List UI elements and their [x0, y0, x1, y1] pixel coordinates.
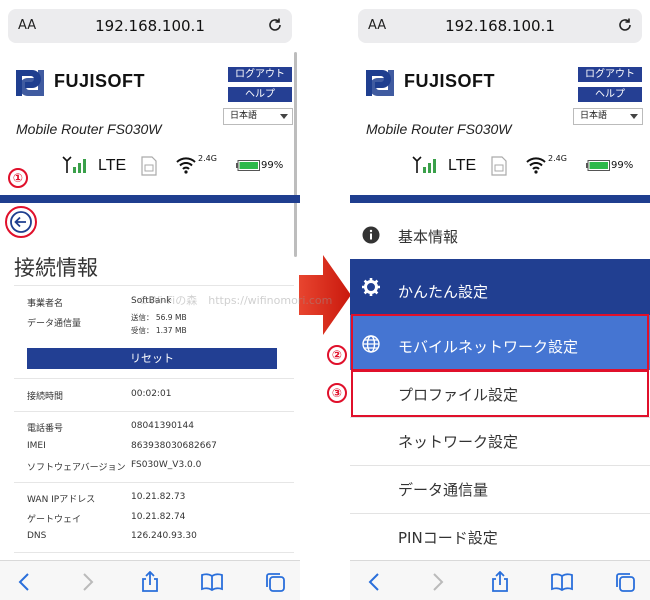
battery-percent: 99% — [261, 160, 284, 171]
wifi-band: 2.4G — [198, 154, 217, 163]
battery-percent: 99% — [611, 160, 634, 171]
battery-icon — [236, 160, 260, 171]
reset-button[interactable]: リセット — [27, 348, 277, 369]
language-select[interactable]: 日本語 — [573, 108, 643, 125]
divider — [14, 552, 294, 553]
url-text[interactable]: 192.168.100.1 — [358, 17, 642, 35]
model-name: Mobile Router FS030W — [16, 121, 162, 137]
gateway-value: 10.21.82.74 — [131, 512, 186, 522]
divider — [14, 411, 294, 412]
wifi-band: 2.4G — [548, 154, 567, 163]
logout-button[interactable]: ログアウト — [578, 67, 642, 82]
dns-value: 126.240.93.30 — [131, 531, 197, 541]
divider — [14, 378, 294, 379]
address-bar[interactable]: AA 192.168.100.1 — [8, 9, 292, 43]
url-text[interactable]: 192.168.100.1 — [8, 17, 292, 35]
browser-toolbar — [350, 560, 650, 600]
fujisoft-logo-icon — [366, 70, 394, 96]
wan-ip-label: WAN IPアドレス — [27, 495, 96, 505]
brand-name: FUJISOFT — [54, 71, 146, 91]
info-icon — [362, 226, 380, 244]
software-version-label: ソフトウェアバージョン — [27, 463, 126, 473]
forward-icon[interactable] — [76, 571, 98, 593]
menu-basic-info[interactable]: 基本情報 — [350, 211, 650, 259]
software-version-value: FS030W_V3.0.0 — [131, 460, 202, 470]
help-button[interactable]: ヘルプ — [228, 87, 292, 102]
wan-ip-value: 10.21.82.73 — [131, 492, 186, 502]
menu-label: データ通信量 — [398, 481, 489, 499]
bookmarks-icon[interactable] — [201, 571, 223, 593]
annotation-2: ② — [327, 345, 347, 365]
right-screen: AA 192.168.100.1 FUJISOFT ログアウト ヘルプ 日本語 … — [327, 0, 650, 600]
received-value: 受信： 1.37 MB — [131, 326, 187, 335]
connection-time-value: 00:02:01 — [131, 389, 172, 399]
menu-label: かんたん設定 — [398, 283, 489, 301]
antenna-signal-icon — [412, 156, 436, 173]
highlight-box — [351, 314, 649, 371]
header-divider — [0, 195, 300, 203]
browser-toolbar — [0, 560, 300, 600]
fujisoft-logo-icon — [16, 70, 44, 96]
carrier-value: SoftBank — [131, 296, 172, 306]
chevron-down-icon — [280, 114, 288, 119]
address-bar[interactable]: AA 192.168.100.1 — [358, 9, 642, 43]
sim-card-icon — [141, 156, 157, 176]
menu-label: 基本情報 — [398, 228, 459, 246]
sent-value: 送信： 56.9 MB — [131, 313, 187, 322]
menu-easy-settings[interactable]: かんたん設定 — [350, 259, 650, 315]
menu-label: ネットワーク設定 — [398, 433, 519, 451]
help-button[interactable]: ヘルプ — [578, 87, 642, 102]
sim-card-icon — [491, 156, 507, 176]
brand-name: FUJISOFT — [404, 71, 496, 91]
annotation-1: ① — [8, 168, 28, 188]
chevron-down-icon — [630, 114, 638, 119]
page-title: 接続情報 — [14, 256, 98, 280]
reload-icon[interactable] — [617, 17, 633, 33]
gear-icon — [362, 278, 380, 296]
battery-icon — [586, 160, 610, 171]
logout-button[interactable]: ログアウト — [228, 67, 292, 82]
carrier-label: 事業者名 — [27, 299, 64, 309]
tabs-icon[interactable] — [264, 571, 286, 593]
back-icon[interactable] — [364, 571, 386, 593]
language-value: 日本語 — [580, 111, 608, 121]
network-type: LTE — [98, 157, 127, 174]
back-icon[interactable] — [14, 571, 36, 593]
menu-data-usage[interactable]: データ通信量 — [350, 465, 650, 513]
gateway-label: ゲートウェイ — [27, 515, 82, 525]
divider — [14, 482, 294, 483]
scrollbar[interactable] — [294, 52, 297, 257]
menu-network-settings[interactable]: ネットワーク設定 — [350, 417, 650, 465]
reload-icon[interactable] — [267, 17, 283, 33]
forward-icon[interactable] — [426, 571, 448, 593]
bookmarks-icon[interactable] — [551, 571, 573, 593]
share-icon[interactable] — [489, 571, 511, 593]
arrow-right-icon — [299, 255, 351, 335]
connection-time-label: 接続時間 — [27, 392, 64, 402]
share-icon[interactable] — [139, 571, 161, 593]
menu-label: PINコード設定 — [398, 529, 498, 547]
model-name: Mobile Router FS030W — [366, 121, 512, 137]
wifi-icon — [176, 157, 196, 174]
antenna-signal-icon — [62, 156, 86, 173]
arrow-left-icon — [10, 211, 32, 233]
dns-label: DNS — [27, 531, 47, 541]
annotation-3: ③ — [327, 383, 347, 403]
phone-label: 電話番号 — [27, 424, 64, 434]
left-screen: AA 192.168.100.1 FUJISOFT ログアウト ヘルプ 日本語 … — [0, 0, 300, 600]
menu-pin-settings[interactable]: PINコード設定 — [350, 513, 650, 561]
data-usage-label: データ通信量 — [27, 319, 82, 329]
header-divider — [350, 195, 650, 203]
phone-value: 08041390144 — [131, 421, 194, 431]
imei-value: 863938030682667 — [131, 441, 217, 451]
tabs-icon[interactable] — [614, 571, 636, 593]
divider — [14, 285, 294, 286]
highlight-box — [351, 370, 649, 417]
imei-label: IMEI — [27, 441, 46, 451]
language-select[interactable]: 日本語 — [223, 108, 293, 125]
back-button[interactable] — [5, 206, 37, 238]
language-value: 日本語 — [230, 111, 258, 121]
network-type: LTE — [448, 157, 477, 174]
wifi-icon — [526, 157, 546, 174]
